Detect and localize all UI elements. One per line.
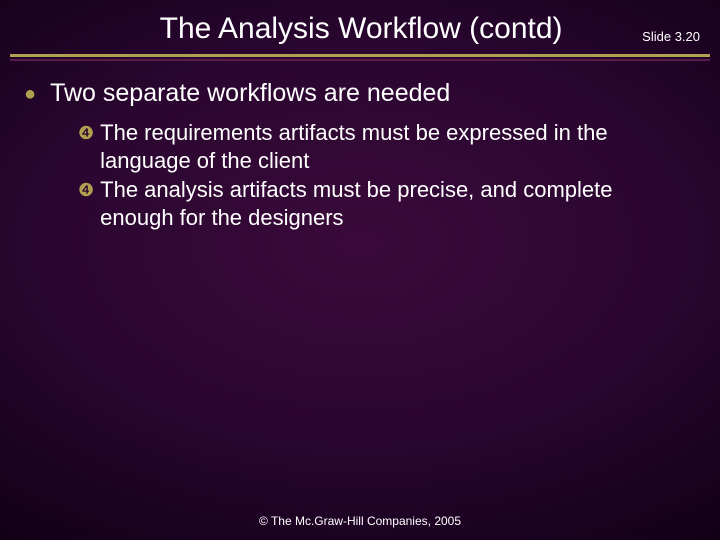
header-divider [10, 54, 710, 61]
sub-point-text: The analysis artifacts must be precise, … [100, 176, 686, 231]
sub-point: ❹ The requirements artifacts must be exp… [78, 119, 686, 174]
slide-number: Slide 3.20 [642, 15, 700, 44]
sub-point-list: ❹ The requirements artifacts must be exp… [24, 119, 696, 231]
slide-title: The Analysis Workflow (contd) [20, 12, 642, 46]
slide: The Analysis Workflow (contd) Slide 3.20… [0, 0, 720, 540]
main-point: ● Two separate workflows are needed [24, 79, 696, 109]
slide-header: The Analysis Workflow (contd) Slide 3.20 [0, 0, 720, 52]
bullet-arrow-icon: ❹ [78, 119, 94, 147]
copyright-text: © The Mc.Graw-Hill Companies, 2005 [259, 514, 461, 528]
main-point-text: Two separate workflows are needed [50, 79, 696, 108]
bullet-arrow-icon: ❹ [78, 176, 94, 204]
sub-point-text: The requirements artifacts must be expre… [100, 119, 686, 174]
slide-content: ● Two separate workflows are needed ❹ Th… [0, 61, 720, 231]
slide-footer: © The Mc.Graw-Hill Companies, 2005 [0, 514, 720, 528]
sub-point: ❹ The analysis artifacts must be precise… [78, 176, 686, 231]
bullet-round-icon: ● [24, 79, 36, 109]
